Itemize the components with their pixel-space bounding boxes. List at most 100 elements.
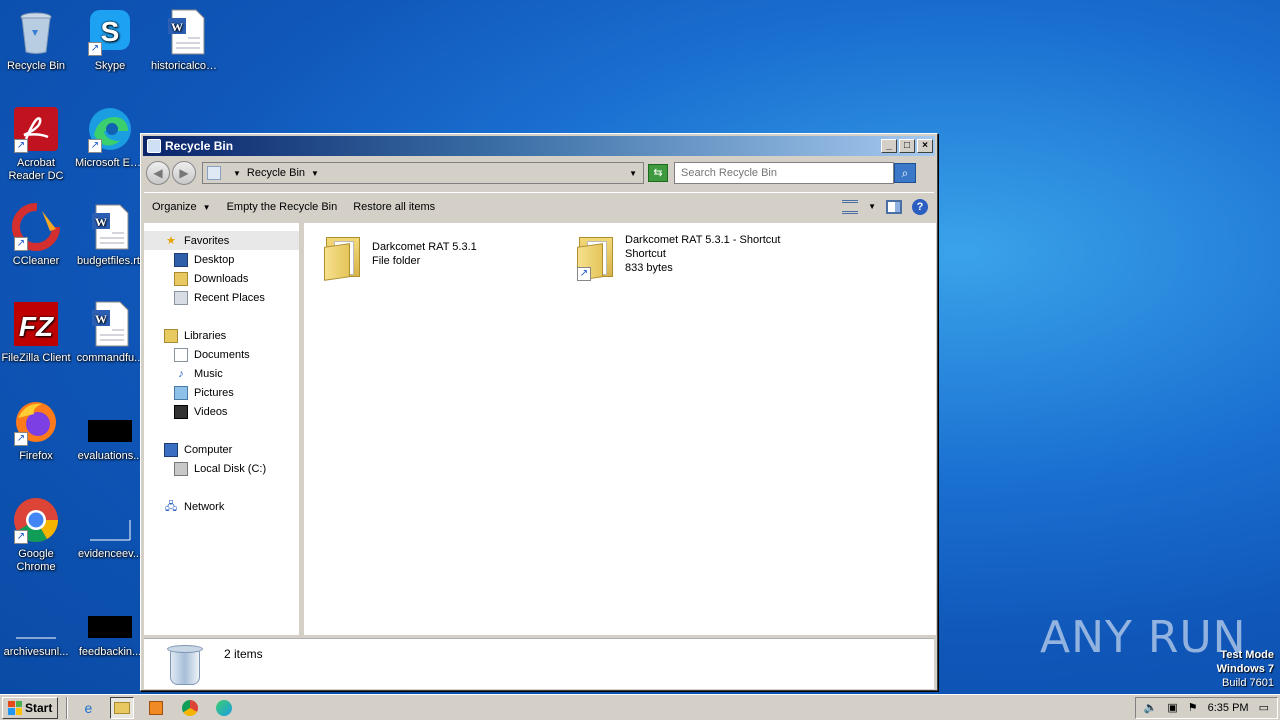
computer-icon: [164, 442, 178, 457]
windows-explorer-icon[interactable]: [110, 696, 135, 719]
nav-network[interactable]: 🖧 Network: [144, 497, 299, 516]
desktop-icon-archivesunl[interactable]: archivesunl...: [0, 594, 72, 659]
restore-all-button[interactable]: Restore all items: [345, 201, 443, 213]
recycle-bin-icon: [166, 643, 204, 687]
network-tray-icon[interactable]: ▣: [1167, 701, 1177, 714]
chrome-icon[interactable]: [178, 697, 202, 719]
desktop-icon-label: Recycle Bin: [6, 60, 66, 72]
edge-icon: ↗: [86, 105, 134, 153]
maximize-button[interactable]: □: [899, 139, 915, 153]
nav-computer[interactable]: Computer: [144, 440, 299, 459]
nav-music[interactable]: ♪ Music: [144, 364, 299, 383]
explorer-window: Recycle Bin _ □ × ◀ ▶ ▼ Recycle Bin ▼ ▼ …: [140, 133, 938, 691]
filezilla-icon: FZ: [12, 300, 60, 348]
desktop-icon-acrobat[interactable]: ↗ Acrobat Reader DC: [0, 105, 72, 183]
start-label: Start: [25, 700, 53, 715]
flag-icon[interactable]: ⚑: [1188, 701, 1198, 714]
preview-pane-icon[interactable]: [886, 199, 902, 214]
file-item-folder[interactable]: Darkcomet RAT 5.3.1 File folder: [324, 231, 477, 281]
back-button[interactable]: ◀: [146, 161, 170, 185]
word-doc-icon: W: [162, 8, 210, 56]
start-button[interactable]: Start: [2, 696, 59, 719]
desktop-icon-label: evaluations...: [77, 450, 143, 462]
search-input[interactable]: [681, 167, 893, 179]
volume-icon[interactable]: 🔈: [1144, 701, 1158, 714]
firefox-icon: ↗: [12, 398, 60, 446]
title-bar[interactable]: Recycle Bin _ □ ×: [143, 136, 935, 156]
shortcut-arrow-icon: ↗: [14, 530, 28, 544]
desktop-icon-chrome[interactable]: ↗ Google Chrome: [0, 496, 72, 574]
anyrun-watermark: ANY RUN: [1040, 612, 1247, 663]
address-dropdown-icon[interactable]: ▼: [629, 169, 637, 178]
system-tray: 🔈 ▣ ⚑ 6:35 PM ▭: [1134, 696, 1278, 719]
nav-libraries[interactable]: Libraries: [144, 326, 299, 345]
chevron-down-icon: ▼: [202, 202, 211, 212]
drive-icon: [174, 461, 188, 476]
address-bar[interactable]: ▼ Recycle Bin ▼ ▼: [202, 162, 644, 184]
desktop-icon-recycle-bin[interactable]: Recycle Bin: [0, 8, 72, 73]
nav-desktop[interactable]: Desktop: [144, 250, 299, 269]
desktop-icon-ccleaner[interactable]: ↗ CCleaner: [0, 203, 72, 268]
clock[interactable]: 6:35 PM: [1208, 702, 1249, 714]
desktop-icon-feedbackin[interactable]: feedbackin...: [74, 594, 146, 659]
forward-button[interactable]: ▶: [172, 161, 196, 185]
organize-label: Organize: [152, 200, 197, 213]
shortcut-arrow-icon: ↗: [88, 139, 102, 153]
media-player-icon[interactable]: [144, 697, 168, 719]
shortcut-arrow-icon: ↗: [14, 237, 28, 251]
downloads-folder-icon: [174, 271, 188, 286]
chevron-down-icon[interactable]: ▼: [868, 202, 876, 211]
nav-local-disk[interactable]: Local Disk (C:): [144, 459, 299, 478]
chevron-down-icon[interactable]: ▼: [233, 169, 241, 178]
taskbar: Start e 🔈 ▣ ⚑ 6:35 PM ▭: [0, 694, 1280, 720]
nav-downloads[interactable]: Downloads: [144, 269, 299, 288]
nav-recent-places[interactable]: Recent Places: [144, 288, 299, 307]
minimize-button[interactable]: _: [881, 139, 897, 153]
nav-favorites[interactable]: ★ Favorites: [144, 231, 299, 250]
desktop-icon-budgetfiles[interactable]: W budgetfiles.rtf: [74, 203, 146, 268]
svg-text:S: S: [101, 16, 120, 47]
nav-documents[interactable]: Documents: [144, 345, 299, 364]
svg-text:W: W: [95, 215, 107, 229]
libraries-icon: [164, 328, 178, 343]
music-icon: ♪: [178, 367, 184, 380]
nav-pictures[interactable]: Pictures: [144, 383, 299, 402]
help-icon[interactable]: ?: [912, 198, 928, 215]
documents-icon: [174, 347, 188, 362]
file-name: Darkcomet RAT 5.3.1 - Shortcut: [625, 234, 781, 246]
black-file-icon: [86, 594, 134, 642]
close-button[interactable]: ×: [917, 139, 933, 153]
desktop-icon-label: Firefox: [19, 450, 53, 462]
nav-label: Desktop: [194, 253, 235, 266]
svg-text:W: W: [95, 312, 107, 326]
blank-file-icon: [86, 496, 134, 544]
internet-explorer-icon[interactable]: e: [76, 697, 100, 719]
desktop-icon-commandfu[interactable]: W commandfu...: [74, 300, 146, 365]
desktop-icon-label: evidenceev...: [77, 548, 142, 560]
edge-icon[interactable]: [212, 697, 236, 719]
chevron-down-icon[interactable]: ▼: [311, 169, 319, 178]
desktop-icon-filezilla[interactable]: FZ FileZilla Client: [0, 300, 72, 365]
desktop-icon-skype[interactable]: S ↗ Skype: [74, 8, 146, 73]
desktop-icon-label: Skype: [94, 60, 126, 72]
desktop-icon-firefox[interactable]: ↗ Firefox: [0, 398, 72, 463]
ccleaner-icon: ↗: [12, 203, 60, 251]
show-desktop-icon[interactable]: ▭: [1259, 701, 1269, 714]
nav-videos[interactable]: Videos: [144, 402, 299, 421]
empty-recycle-bin-button[interactable]: Empty the Recycle Bin: [219, 201, 346, 213]
desktop-icon-historicalcop[interactable]: W historicalcop...: [150, 8, 222, 73]
skype-icon: S ↗: [86, 8, 134, 56]
watermark-line: Test Mode: [1220, 649, 1274, 661]
desktop-icon-edge[interactable]: ↗ Microsoft Edge: [74, 105, 146, 170]
search-icon[interactable]: ⌕: [894, 163, 916, 183]
desktop-icon-evaluations[interactable]: evaluations...: [74, 398, 146, 463]
file-item-shortcut[interactable]: ↗ Darkcomet RAT 5.3.1 - Shortcut Shortcu…: [577, 231, 781, 281]
black-file-icon: [86, 398, 134, 446]
recycle-bin-icon: [147, 139, 161, 153]
organize-button[interactable]: Organize ▼: [144, 201, 219, 213]
search-box[interactable]: [674, 162, 894, 184]
desktop-icon-evidenceev[interactable]: evidenceev...: [74, 496, 146, 561]
change-view-icon[interactable]: [842, 199, 859, 214]
refresh-button[interactable]: ⇆: [648, 164, 668, 182]
breadcrumb[interactable]: Recycle Bin: [247, 167, 305, 179]
